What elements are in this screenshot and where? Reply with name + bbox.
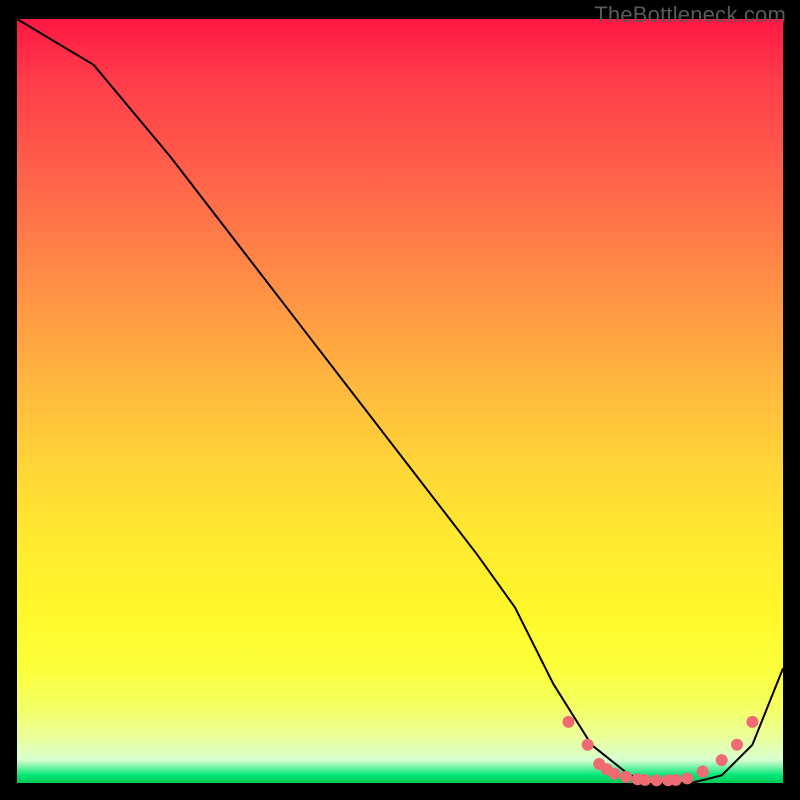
chart-stage: TheBottleneck.com [0, 0, 800, 800]
watermark-text: TheBottleneck.com [594, 2, 786, 28]
gradient-background [17, 19, 783, 783]
